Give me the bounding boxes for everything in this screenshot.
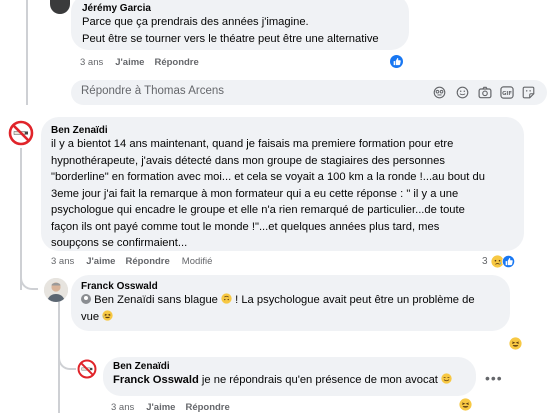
- comment-bubble: Ben Zenaïdi Franck Osswald je ne répondr…: [103, 357, 476, 396]
- comment-text-line: "borderline" en formation avec moi... et…: [51, 171, 485, 183]
- thread-curve: [20, 270, 38, 290]
- thread-curve-2: [58, 350, 76, 370]
- no-smoking-icon: [77, 359, 97, 379]
- comment-text: je ne répondrais qu'en présence de mon a…: [198, 374, 438, 386]
- like-reaction-icon: [390, 55, 403, 68]
- comment-author[interactable]: Ben Zenaïdi: [113, 361, 466, 372]
- avatar-sticker-icon[interactable]: [433, 86, 446, 99]
- sticker-icon[interactable]: [522, 86, 535, 99]
- thread-line-ben: [20, 148, 22, 290]
- thread-line-top: [26, 0, 28, 105]
- comment-bubble: Ben Zenaïdi il y a bientot 14 ans mainte…: [41, 117, 524, 251]
- comment-text-line: Franck Osswald je ne répondrais qu'en pr…: [113, 372, 466, 389]
- comment-text-line: soupçons se confirmaient...: [51, 237, 188, 249]
- like-button[interactable]: J'aime: [146, 402, 175, 413]
- comment-text: ! La psychologue avait peut être un prob…: [232, 294, 475, 306]
- reaction-count: 3: [482, 256, 488, 267]
- comment-bubble: Jérémy Garcia Parce que ça prendrais des…: [71, 0, 409, 50]
- comment-text-line: Ben Zenaïdi sans blague ! La psychologue…: [81, 292, 500, 309]
- laughing-emoji-icon: [102, 309, 113, 321]
- reaction-summary[interactable]: [390, 55, 403, 68]
- emoji-icon[interactable]: [456, 86, 469, 99]
- like-button[interactable]: J'aime: [86, 256, 115, 267]
- comment-text-line: façon ils ont payé comme tout le monde !…: [51, 220, 440, 233]
- comment-text-line: hypnothérapeute, j'avais détecté dans mo…: [51, 154, 445, 167]
- timestamp[interactable]: 3 ans: [80, 57, 103, 68]
- mention-link[interactable]: Franck Osswald: [113, 374, 199, 386]
- smiling-emoji-icon: [441, 373, 452, 384]
- comment-author[interactable]: Ben Zenaïdi: [51, 125, 514, 136]
- comment-text: vue: [81, 310, 100, 323]
- avatar[interactable]: [77, 359, 97, 379]
- reply-input-placeholder: Répondre à Thomas Arcens: [81, 85, 224, 97]
- timestamp[interactable]: 3 ans: [111, 402, 134, 413]
- reply-button[interactable]: Répondre: [185, 402, 229, 413]
- comment-bubble: Franck Osswald Ben Zenaïdi sans blague !…: [71, 275, 510, 331]
- comment-text-line: Peut être se tourner vers le théatre peu…: [82, 32, 379, 45]
- edited-label[interactable]: Modifié: [182, 256, 213, 267]
- reply-button[interactable]: Répondre: [154, 57, 198, 68]
- reply-input[interactable]: Répondre à Thomas Arcens: [71, 80, 547, 105]
- no-smoking-icon: [8, 120, 34, 146]
- avatar[interactable]: [44, 278, 68, 302]
- comment-text: sans blague: [154, 294, 218, 306]
- comment-actions: 3 ans J'aime Répondre: [80, 57, 209, 68]
- camera-icon[interactable]: [478, 86, 492, 99]
- mention-icon: [81, 294, 91, 304]
- timestamp[interactable]: 3 ans: [51, 256, 74, 267]
- avatar[interactable]: [8, 120, 34, 146]
- comment-author[interactable]: Jérémy Garcia: [82, 3, 398, 14]
- avatar[interactable]: [50, 0, 70, 14]
- svg-text:GIF: GIF: [502, 91, 512, 97]
- mention-link[interactable]: Ben Zenaïdi: [94, 294, 154, 306]
- comment-text-line: vue: [81, 309, 500, 326]
- gif-icon[interactable]: GIF: [500, 86, 514, 99]
- comment-text-line: il y a bientot 14 ans maintenant, quand …: [51, 138, 454, 150]
- like-reaction-icon: [501, 255, 515, 268]
- reaction-summary[interactable]: 3: [482, 255, 515, 268]
- laughing-reaction-icon[interactable]: [509, 337, 522, 350]
- comment-text-line: Parce que ça prendrais des années j'imag…: [82, 16, 309, 28]
- comment-text-line: 3eme jour j'ai fait la remarque à mon fo…: [51, 187, 459, 200]
- more-options-icon[interactable]: •••: [485, 370, 503, 386]
- upside-down-emoji-icon: [221, 293, 232, 304]
- reply-button[interactable]: Répondre: [125, 256, 169, 267]
- comment-text-line: psychologue qui encadre le groupe et ell…: [51, 204, 465, 216]
- like-button[interactable]: J'aime: [115, 57, 144, 68]
- current-user-avatar: [44, 80, 68, 104]
- comment-actions: 3 ans J'aime Répondre: [111, 402, 240, 413]
- comment-author[interactable]: Franck Osswald: [81, 281, 500, 292]
- comment-actions: 3 ans J'aime Répondre Modifié: [51, 256, 212, 267]
- laughing-reaction-icon[interactable]: [459, 398, 472, 411]
